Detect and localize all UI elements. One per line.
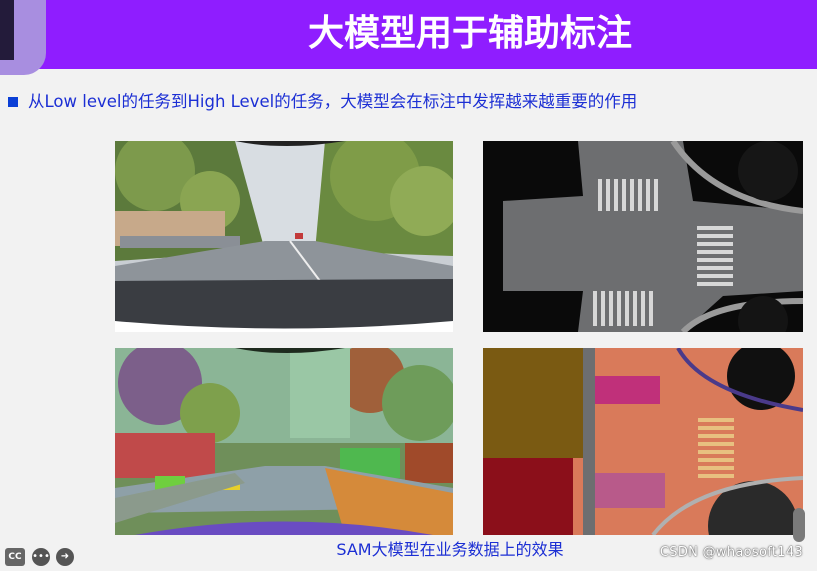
- scrollbar-handle[interactable]: [793, 508, 805, 542]
- bullet-square-icon: [8, 97, 18, 107]
- slide-caption: SAM大模型在业务数据上的效果: [336, 540, 564, 559]
- road-camera-segmentation: [115, 348, 453, 535]
- next-slide-icon[interactable]: ➜: [56, 548, 74, 566]
- watermark: CSDN @whaosoft143: [659, 545, 803, 560]
- closed-captions-button[interactable]: CC: [5, 548, 25, 566]
- header-avatar-thumb: [0, 0, 46, 75]
- slide-title: 大模型用于辅助标注: [307, 13, 632, 54]
- more-options-icon[interactable]: •••: [32, 548, 50, 566]
- intersection-bev-photo: [483, 141, 803, 332]
- bullet-text: 从Low level的任务到High Level的任务，大模型会在标注中发挥越来…: [28, 92, 638, 111]
- road-camera-photo: [115, 141, 453, 332]
- intersection-bev-segmentation: [483, 348, 803, 535]
